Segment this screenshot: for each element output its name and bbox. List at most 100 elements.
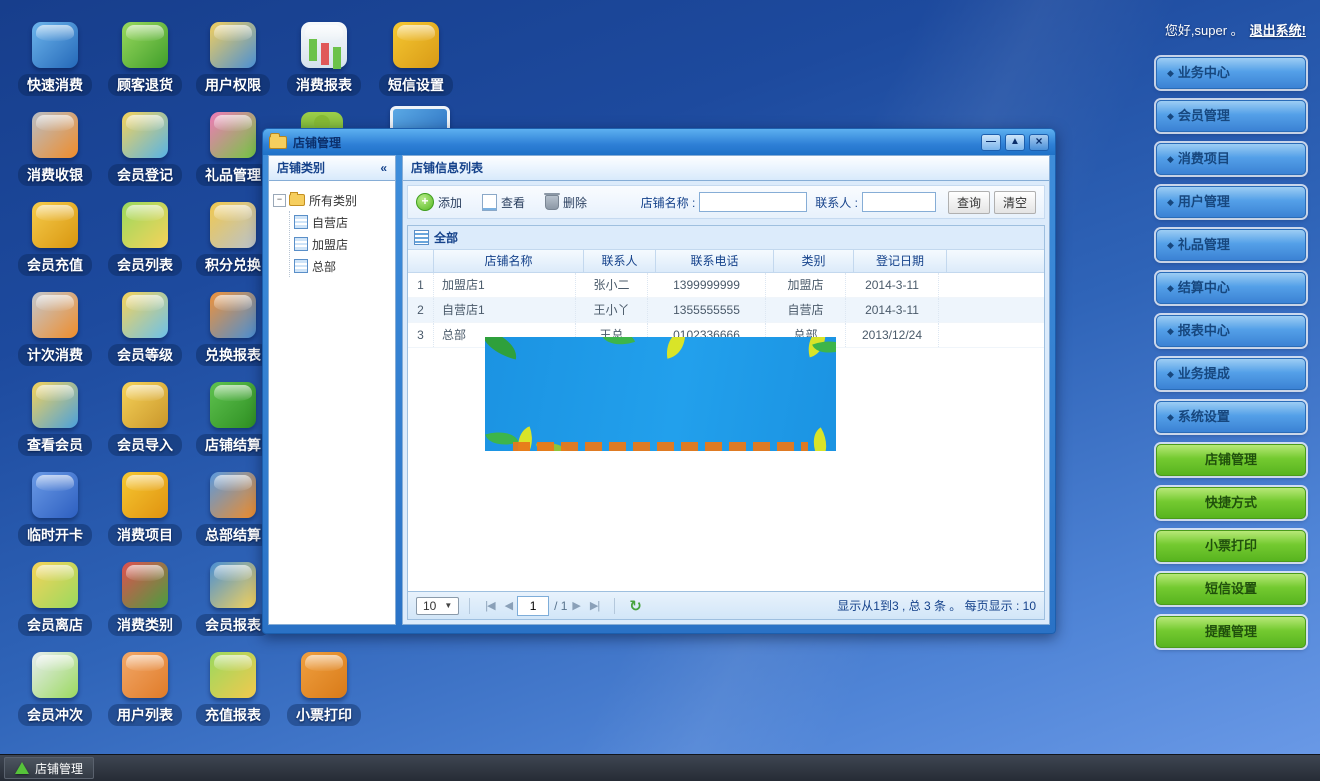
bar-chart-icon bbox=[301, 22, 347, 68]
sidebar-item-consume-items[interactable]: 消费项目 bbox=[1156, 143, 1306, 175]
desktop-icon[interactable]: 会员导入 bbox=[100, 382, 190, 468]
tree-panel-title: 店铺类别 bbox=[277, 156, 325, 180]
sidebar-item-member-manage[interactable]: 会员管理 bbox=[1156, 100, 1306, 132]
contact-input[interactable] bbox=[862, 192, 936, 212]
col-category[interactable]: 类别 bbox=[774, 250, 854, 272]
delete-button[interactable]: 删除 bbox=[545, 194, 587, 211]
leaf-icon bbox=[485, 337, 521, 360]
page-size-select[interactable]: 10 ▼ bbox=[416, 597, 459, 615]
shopping-basket-icon bbox=[122, 472, 168, 518]
sidebar-item-gift-manage[interactable]: 礼品管理 bbox=[1156, 229, 1306, 261]
person-chart-icon bbox=[210, 562, 256, 608]
sidebar-item-remind-manage[interactable]: 提醒管理 bbox=[1156, 616, 1306, 648]
desktop-icon[interactable]: 查看会员 bbox=[10, 382, 100, 468]
pagination-bar: 10 ▼ |◀ ◀ / 1 ▶ ▶| ↻ 显示从1到3 , 总 3 条 。 每页… bbox=[407, 591, 1045, 620]
col-date[interactable]: 登记日期 bbox=[854, 250, 947, 272]
list-person-icon bbox=[122, 202, 168, 248]
search-button[interactable]: 查询 bbox=[948, 191, 990, 214]
first-page-button[interactable]: |◀ bbox=[485, 599, 494, 612]
minimize-button[interactable]: — bbox=[981, 134, 1001, 151]
shop-name-input[interactable] bbox=[699, 192, 807, 212]
group-header[interactable]: 全部 bbox=[408, 226, 1044, 250]
pay-card-icon bbox=[32, 22, 78, 68]
desktop-icon[interactable]: 消费项目 bbox=[100, 472, 190, 558]
desktop-icon[interactable]: 用户列表 bbox=[100, 652, 190, 738]
sidebar-item-sms-settings[interactable]: 短信设置 bbox=[1156, 573, 1306, 605]
calculator-plus-icon bbox=[32, 652, 78, 698]
triangle-icon bbox=[15, 762, 29, 774]
desktop-icon[interactable]: 短信设置 bbox=[371, 22, 461, 108]
tree-node-headquarters[interactable]: 总部 bbox=[294, 255, 391, 277]
maximize-button[interactable]: ▲ bbox=[1005, 134, 1025, 151]
taskbar-button-shop-manage[interactable]: 店铺管理 bbox=[4, 757, 94, 779]
list-icon bbox=[414, 230, 429, 245]
toolbar: +添加 查看 删除 店铺名称 : 联系人 : 查询 清空 bbox=[407, 185, 1045, 219]
logout-link[interactable]: 退出系统! bbox=[1250, 23, 1306, 38]
people-icon bbox=[122, 112, 168, 158]
desktop-icon[interactable]: 会员等级 bbox=[100, 292, 190, 378]
gold-coins-icon bbox=[32, 202, 78, 248]
desktop-icon[interactable]: 顾客退货 bbox=[100, 22, 190, 108]
desktop-icon[interactable]: 充值报表 bbox=[188, 652, 278, 738]
desktop-icon[interactable]: 消费类别 bbox=[100, 562, 190, 648]
sidebar-item-settle-center[interactable]: 结算中心 bbox=[1156, 272, 1306, 304]
desktop-icon[interactable]: 小票打印 bbox=[279, 652, 369, 738]
last-page-button[interactable]: ▶| bbox=[590, 599, 599, 612]
user-lock-icon bbox=[210, 22, 256, 68]
col-shop-name[interactable]: 店铺名称 bbox=[434, 250, 584, 272]
sidebar: 业务中心 会员管理 消费项目 用户管理 礼品管理 结算中心 报表中心 业务提成 … bbox=[1156, 57, 1306, 659]
org-chart-icon bbox=[122, 562, 168, 608]
grid-icon bbox=[294, 237, 308, 251]
window-titlebar[interactable]: 店铺管理 — ▲ × bbox=[263, 129, 1055, 155]
return-arrows-icon bbox=[122, 22, 168, 68]
desktop-icon[interactable]: 会员离店 bbox=[10, 562, 100, 648]
window-title: 店铺管理 bbox=[293, 134, 977, 151]
desktop-icon[interactable]: 用户权限 bbox=[188, 22, 278, 108]
refresh-icon[interactable]: ↻ bbox=[629, 597, 642, 615]
desktop-icon[interactable]: 会员冲次 bbox=[10, 652, 100, 738]
grid-icon bbox=[294, 259, 308, 273]
clear-button[interactable]: 清空 bbox=[994, 191, 1036, 214]
card-machine-icon bbox=[32, 472, 78, 518]
sidebar-item-shortcut[interactable]: 快捷方式 bbox=[1156, 487, 1306, 519]
desktop-icon[interactable]: 临时开卡 bbox=[10, 472, 100, 558]
tree-node-own-store[interactable]: 自营店 bbox=[294, 211, 391, 233]
sidebar-item-shop-manage[interactable]: 店铺管理 bbox=[1156, 444, 1306, 476]
desktop-icon[interactable]: 会员登记 bbox=[100, 112, 190, 198]
sidebar-item-receipt-print[interactable]: 小票打印 bbox=[1156, 530, 1306, 562]
greeting-text: 您好,super 。 bbox=[1165, 23, 1244, 38]
desktop-icon[interactable]: 消费报表 bbox=[279, 22, 369, 108]
tree-node-franchise-store[interactable]: 加盟店 bbox=[294, 233, 391, 255]
money-bags-icon bbox=[210, 202, 256, 248]
tree-expander-icon[interactable]: − bbox=[273, 194, 286, 207]
sidebar-item-report-center[interactable]: 报表中心 bbox=[1156, 315, 1306, 347]
desktop-icon[interactable]: 计次消费 bbox=[10, 292, 100, 378]
tree-node-root[interactable]: − 所有类别 bbox=[273, 189, 391, 211]
column-chart-icon bbox=[210, 472, 256, 518]
col-phone[interactable]: 联系电话 bbox=[656, 250, 774, 272]
col-contact[interactable]: 联系人 bbox=[584, 250, 656, 272]
gift-boxes-icon bbox=[210, 112, 256, 158]
add-button[interactable]: +添加 bbox=[416, 193, 462, 211]
sidebar-item-business-center[interactable]: 业务中心 bbox=[1156, 57, 1306, 89]
table-row[interactable]: 1 加盟店1 张小二 1399999999 加盟店 2014-3-11 bbox=[408, 273, 1044, 298]
view-button[interactable]: 查看 bbox=[482, 194, 525, 211]
contact-label: 联系人 : bbox=[815, 194, 858, 211]
desktop-icon[interactable]: 会员列表 bbox=[100, 202, 190, 288]
person-map-icon bbox=[122, 292, 168, 338]
desktop-icon[interactable]: 会员充值 bbox=[10, 202, 100, 288]
collapse-panel-icon[interactable]: « bbox=[380, 156, 387, 180]
desktop-icon[interactable]: 消费收银 bbox=[10, 112, 100, 198]
prev-page-button[interactable]: ◀ bbox=[505, 599, 512, 612]
table-row[interactable]: 2 自营店1 王小丫 1355555555 自营店 2014-3-11 bbox=[408, 298, 1044, 323]
sidebar-item-system-settings[interactable]: 系统设置 bbox=[1156, 401, 1306, 433]
crate-icon bbox=[122, 652, 168, 698]
close-button[interactable]: × bbox=[1029, 134, 1049, 151]
sidebar-item-commission[interactable]: 业务提成 bbox=[1156, 358, 1306, 390]
sidebar-item-user-manage[interactable]: 用户管理 bbox=[1156, 186, 1306, 218]
next-page-button[interactable]: ▶ bbox=[572, 599, 579, 612]
open-folder-icon bbox=[289, 194, 305, 206]
page-number-input[interactable] bbox=[517, 596, 549, 616]
panel-title: 店铺信息列表 bbox=[411, 156, 483, 180]
desktop-icon[interactable]: 快速消费 bbox=[10, 22, 100, 108]
